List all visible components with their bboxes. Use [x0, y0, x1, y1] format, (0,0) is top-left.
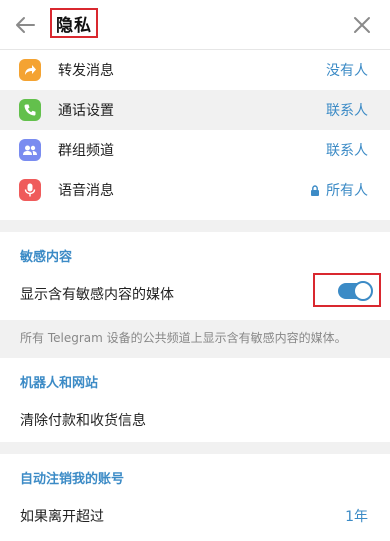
- microphone-icon: [19, 179, 41, 201]
- privacy-row-calls[interactable]: 通话设置 联系人: [0, 90, 390, 130]
- group-icon: [19, 139, 41, 161]
- phone-icon: [19, 99, 41, 121]
- section-title-auto-delete: 自动注销我的账号: [20, 472, 125, 487]
- row-value-text: 联系人: [326, 143, 368, 159]
- row-label: 语音消息: [58, 183, 114, 199]
- auto-delete-section: 自动注销我的账号 如果离开超过 1年: [0, 454, 390, 541]
- sensitive-note: 所有 Telegram 设备的公共频道上显示含有敏感内容的媒体。: [0, 320, 390, 358]
- section-title-sensitive: 敏感内容: [20, 250, 73, 265]
- close-icon[interactable]: [352, 15, 372, 35]
- row-value[interactable]: 所有人: [310, 180, 368, 200]
- privacy-row-forward[interactable]: 转发消息 没有人: [0, 50, 390, 90]
- privacy-row-voice[interactable]: 语音消息 所有人: [0, 170, 390, 210]
- back-arrow-icon[interactable]: [14, 14, 36, 36]
- sensitive-media-toggle[interactable]: [338, 281, 373, 301]
- clear-payment-info[interactable]: 清除付款和收货信息: [20, 410, 146, 430]
- row-value-text: 所有人: [326, 183, 368, 199]
- row-value-text: 联系人: [326, 103, 368, 119]
- title-highlight: 隐私: [50, 8, 98, 38]
- row-label: 群组频道: [58, 143, 114, 159]
- row-label: 转发消息: [58, 63, 114, 79]
- sensitive-toggle-label: 显示含有敏感内容的媒体: [20, 287, 174, 303]
- row-label: 通话设置: [58, 103, 114, 119]
- toggle-knob: [353, 281, 373, 301]
- header-bar: 隐私: [0, 0, 390, 50]
- lock-icon: [311, 184, 319, 196]
- row-value-text: 没有人: [326, 63, 368, 79]
- privacy-row-groups[interactable]: 群组频道 联系人: [0, 130, 390, 170]
- sensitive-note-text: 所有 Telegram 设备的公共频道上显示含有敏感内容的媒体。: [20, 331, 347, 345]
- page-title: 隐私: [56, 15, 92, 36]
- section-title-bots: 机器人和网站: [20, 376, 99, 391]
- auto-delete-value[interactable]: 1年: [345, 506, 368, 526]
- row-value[interactable]: 联系人: [326, 100, 368, 120]
- auto-delete-label: 如果离开超过: [20, 509, 104, 525]
- forward-icon: [19, 59, 41, 81]
- row-value[interactable]: 联系人: [326, 140, 368, 160]
- privacy-list: 转发消息 没有人 通话设置 联系人 群组频道 联系人 语音消息 所有人: [0, 50, 390, 220]
- row-value[interactable]: 没有人: [326, 60, 368, 80]
- bots-section: 机器人和网站 清除付款和收货信息: [0, 358, 390, 442]
